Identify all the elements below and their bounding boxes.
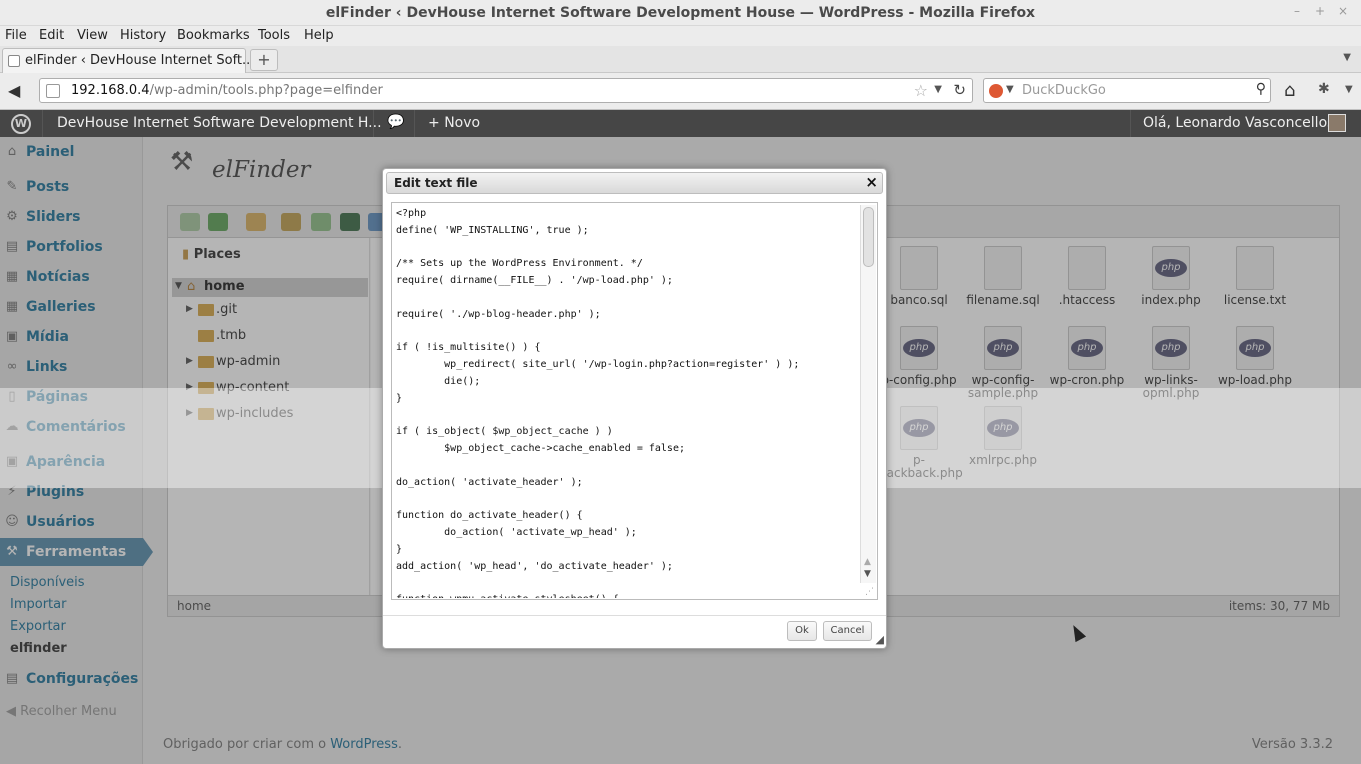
maximize-icon[interactable]: + <box>1313 4 1327 18</box>
code-textarea[interactable]: <?php define( 'WP_INSTALLING', true ); /… <box>396 206 856 598</box>
new-tab-button[interactable]: + <box>250 49 278 71</box>
new-content-menu[interactable]: + Novo <box>428 115 480 131</box>
url-history-dropdown-icon[interactable]: ▼ <box>934 84 942 95</box>
adminbar-divider <box>414 110 415 137</box>
tab-bar: elFinder ‹ DevHouse Internet Soft... + ▼ <box>0 46 1361 73</box>
site-identity-icon[interactable] <box>46 84 60 98</box>
nav-menu-icon[interactable]: ▼ <box>1345 84 1353 95</box>
url-bar[interactable]: 192.168.0.4/wp-admin/tools.php?page=elfi… <box>39 78 973 103</box>
window-titlebar: elFinder ‹ DevHouse Internet Software De… <box>0 0 1361 26</box>
duckduckgo-icon[interactable] <box>989 84 1003 98</box>
close-icon[interactable]: × <box>865 173 878 191</box>
url-text[interactable]: 192.168.0.4/wp-admin/tools.php?page=elfi… <box>71 83 383 98</box>
adminbar-divider <box>373 110 374 137</box>
back-icon[interactable]: ◀ <box>8 81 20 100</box>
tab-list-icon[interactable]: ▼ <box>1343 52 1351 63</box>
scroll-up-icon[interactable]: ▲ <box>864 557 871 567</box>
search-engine-dropdown-icon[interactable]: ▼ <box>1006 84 1014 95</box>
url-path: /wp-admin/tools.php?page=elfinder <box>149 83 383 98</box>
dialog-title: Edit text file <box>394 176 478 190</box>
cancel-button[interactable]: Cancel <box>823 621 872 641</box>
menu-file[interactable]: File <box>5 28 27 43</box>
reload-icon[interactable]: ↻ <box>953 81 966 99</box>
scroll-down-icon[interactable]: ▼ <box>864 569 871 579</box>
close-window-icon[interactable]: × <box>1336 4 1350 18</box>
url-host: 192.168.0.4 <box>71 83 150 98</box>
ok-button[interactable]: Ok <box>787 621 817 641</box>
menu-bookmarks[interactable]: Bookmarks <box>177 28 250 43</box>
editor-scrollbar[interactable]: ▲ ▼ <box>860 205 876 583</box>
tab-label: elFinder ‹ DevHouse Internet Soft... <box>25 53 255 68</box>
home-icon[interactable]: ⌂ <box>1284 80 1295 101</box>
site-name-link[interactable]: DevHouse Internet Software Development H… <box>57 115 382 131</box>
search-icon[interactable]: ⚲ <box>1256 81 1266 97</box>
page-favicon-icon <box>8 55 20 67</box>
menu-bar: File Edit View History Bookmarks Tools H… <box>0 26 1361 46</box>
search-placeholder: DuckDuckGo <box>1022 83 1106 98</box>
menu-edit[interactable]: Edit <box>39 28 64 43</box>
adminbar-divider <box>42 110 43 137</box>
code-editor[interactable]: <?php define( 'WP_INSTALLING', true ); /… <box>391 202 878 600</box>
new-content-label: Novo <box>444 115 481 131</box>
adminbar-divider <box>1130 110 1131 137</box>
dialog-resize-icon[interactable]: ◢ <box>876 633 884 646</box>
wordpress-logo-icon[interactable]: W <box>11 114 31 134</box>
menu-view[interactable]: View <box>77 28 108 43</box>
textarea-resize-grip-icon[interactable]: ⋰ <box>865 587 874 597</box>
edit-text-file-dialog: Edit text file × <?php define( 'WP_INSTA… <box>382 168 887 649</box>
wp-admin-bar: W DevHouse Internet Software Development… <box>0 110 1361 137</box>
search-bar[interactable]: ▼ DuckDuckGo ⚲ <box>983 78 1271 103</box>
bookmark-star-icon[interactable]: ☆ <box>914 81 928 100</box>
addon-icon[interactable]: ✱ <box>1318 81 1330 97</box>
minimize-icon[interactable]: – <box>1290 4 1304 18</box>
window-title: elFinder ‹ DevHouse Internet Software De… <box>325 5 1036 21</box>
navigation-bar: ◀ 192.168.0.4/wp-admin/tools.php?page=el… <box>0 73 1361 110</box>
comments-bubble-icon[interactable]: 💬 <box>387 114 404 130</box>
menu-history[interactable]: History <box>120 28 166 43</box>
menu-help[interactable]: Help <box>304 28 334 43</box>
menu-tools[interactable]: Tools <box>258 28 290 43</box>
scrollbar-thumb[interactable] <box>863 207 874 267</box>
dialog-titlebar[interactable]: Edit text file × <box>386 172 883 194</box>
dialog-divider <box>383 615 886 616</box>
browser-tab[interactable]: elFinder ‹ DevHouse Internet Soft... <box>2 48 254 73</box>
user-greeting[interactable]: Olá, Leonardo Vasconcellos <box>1143 115 1334 131</box>
avatar[interactable] <box>1328 114 1346 132</box>
